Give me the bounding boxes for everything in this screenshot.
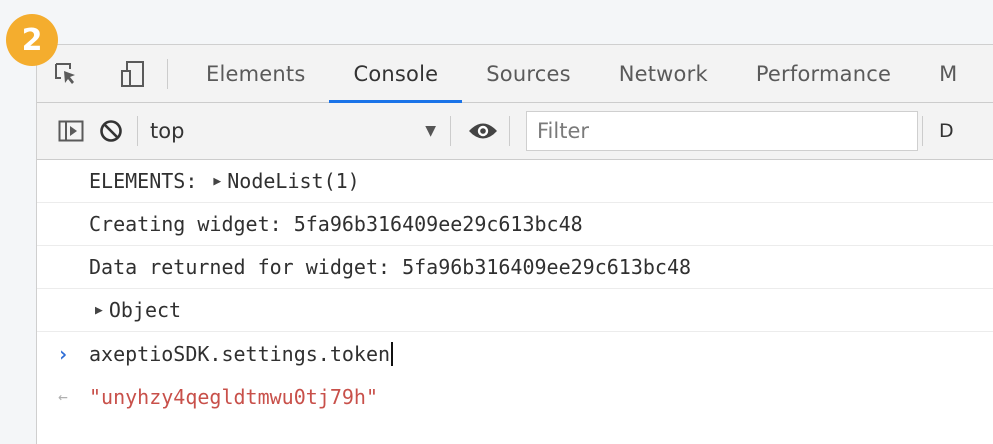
devtools-panel: Elements Console Sources Network Perform… <box>36 44 993 444</box>
eye-icon <box>469 123 497 139</box>
tab-performance[interactable]: Performance <box>732 45 915 102</box>
toolbar-divider <box>509 116 510 146</box>
device-toolbar-button[interactable] <box>107 45 159 103</box>
tab-network[interactable]: Network <box>595 45 732 102</box>
toolbar-divider <box>137 116 138 146</box>
expand-arrow-icon[interactable]: ▶ <box>95 303 103 318</box>
console-input-text[interactable]: axeptioSDK.settings.token <box>89 342 390 366</box>
console-message: ELEMENTS: ▶ NodeList(1) <box>37 160 993 203</box>
console-result: ← "unyhzy4qegldtmwu0tj79h" <box>37 375 993 418</box>
tab-console[interactable]: Console <box>329 45 463 103</box>
tab-more-truncated[interactable]: M <box>915 45 981 102</box>
inspect-element-icon <box>55 63 75 84</box>
screenshot-frame: 2 Elements Console Sources Network Perfo… <box>0 0 993 444</box>
expandable-object[interactable]: Object <box>109 298 181 322</box>
console-message: ▶ Object <box>37 289 993 332</box>
console-result-text: "unyhzy4qegldtmwu0tj79h" <box>89 384 378 409</box>
show-sidebar-button[interactable] <box>51 103 91 160</box>
filter-placeholder: Filter <box>537 119 590 143</box>
device-toolbar-icon <box>121 61 144 87</box>
console-message-text: Creating widget: 5fa96b316409ee29c613bc4… <box>89 212 583 236</box>
tabbar-divider <box>167 58 168 89</box>
clear-console-icon <box>100 120 122 142</box>
toolbar-divider <box>922 116 923 146</box>
log-levels-dropdown-truncated[interactable]: D <box>939 120 954 142</box>
tab-elements[interactable]: Elements <box>182 45 329 102</box>
context-label: top <box>150 119 185 143</box>
filter-input[interactable]: Filter <box>526 111 918 151</box>
result-arrow-icon: ← <box>58 387 68 406</box>
sidebar-toggle-icon <box>58 120 84 142</box>
console-message: Data returned for widget: 5fa96b316409ee… <box>37 246 993 289</box>
console-toolbar: top ▼ Filter D <box>37 103 993 160</box>
context-selector[interactable]: top ▼ <box>150 103 444 160</box>
tab-sources[interactable]: Sources <box>462 45 594 102</box>
dropdown-arrow-icon: ▼ <box>425 123 436 139</box>
toolbar-divider <box>450 116 451 146</box>
console-message-text: Data returned for widget: 5fa96b316409ee… <box>89 255 692 279</box>
text-caret <box>391 341 394 366</box>
console-message-text: ELEMENTS: <box>89 169 210 193</box>
console-message: Creating widget: 5fa96b316409ee29c613bc4… <box>37 203 993 246</box>
console-prompt[interactable]: › axeptioSDK.settings.token <box>37 332 993 375</box>
expand-arrow-icon[interactable]: ▶ <box>213 174 221 189</box>
prompt-arrow-icon: › <box>56 341 70 366</box>
expandable-object[interactable]: NodeList(1) <box>227 169 359 193</box>
live-expression-button[interactable] <box>463 103 503 160</box>
clear-console-button[interactable] <box>91 103 131 160</box>
step-badge: 2 <box>6 14 58 66</box>
devtools-tabbar: Elements Console Sources Network Perform… <box>37 45 993 103</box>
console-output: ELEMENTS: ▶ NodeList(1) Creating widget: … <box>37 160 993 418</box>
